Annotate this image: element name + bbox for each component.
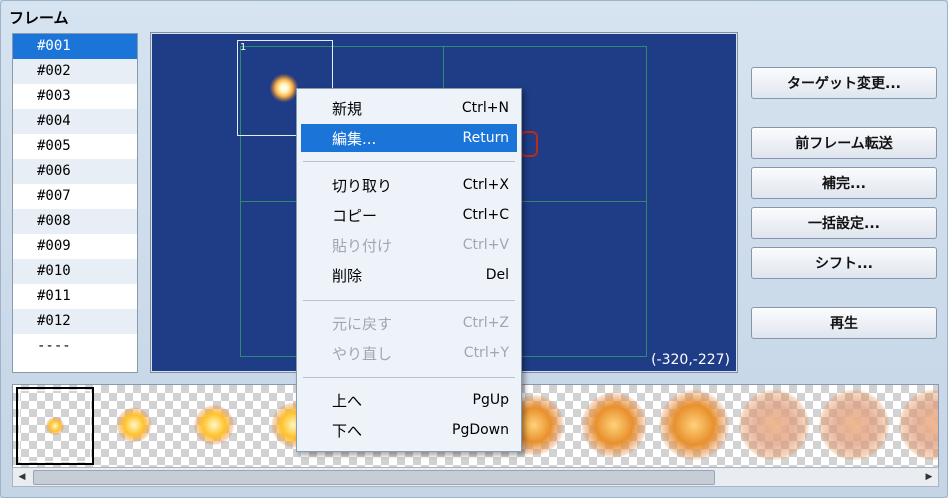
explosion-sprite	[739, 390, 809, 460]
context-menu: 新規 Ctrl+N 編集... Return 切り取り Ctrl+X コピー C…	[296, 88, 522, 452]
menu-item-delete[interactable]: 削除 Del	[301, 261, 517, 289]
menu-item-shortcut: Ctrl+V	[462, 237, 509, 253]
frame-list-item[interactable]: #001	[13, 34, 137, 59]
frame-list-item[interactable]: #010	[13, 259, 137, 284]
frame-list[interactable]: #001 #002 #003 #004 #005 #006 #007 #008 #009 #010…	[12, 33, 138, 373]
frame-list-item[interactable]: #006	[13, 159, 137, 184]
explosion-sprite	[819, 390, 889, 460]
menu-item-new[interactable]: 新規 Ctrl+N	[301, 94, 517, 122]
menu-item-label: 上へ	[332, 391, 363, 410]
copy-previous-frame-button[interactable]: 前フレーム転送	[751, 127, 937, 159]
filmstrip-frame[interactable]	[736, 387, 812, 463]
menu-item-shortcut: Ctrl+X	[462, 177, 509, 193]
interpolate-button[interactable]: 補完...	[751, 167, 937, 199]
explosion-sprite	[581, 392, 647, 458]
menu-item-edit[interactable]: 編集... Return	[301, 124, 517, 152]
menu-item-shortcut: PgDown	[452, 422, 509, 438]
explosion-sprite	[46, 417, 64, 435]
filmstrip-frame[interactable]	[816, 387, 892, 463]
scroll-right-icon[interactable]: ▶	[920, 468, 938, 486]
frame-list-item[interactable]: #004	[13, 109, 137, 134]
frame-list-item[interactable]: #012	[13, 309, 137, 334]
shift-button[interactable]: シフト...	[751, 247, 937, 279]
explosion-sprite	[659, 390, 729, 460]
menu-item-shortcut: PgUp	[472, 392, 509, 408]
menu-separator	[303, 300, 515, 301]
filmstrip-frame[interactable]	[176, 387, 252, 463]
menu-item-label: 貼り付け	[332, 236, 393, 255]
menu-item-label: コピー	[332, 206, 378, 225]
spark-sprite[interactable]	[270, 74, 298, 102]
menu-item-shortcut: Ctrl+Y	[463, 345, 509, 361]
menu-item-move-up[interactable]: 上へ PgUp	[301, 386, 517, 414]
frame-list-item[interactable]: #005	[13, 134, 137, 159]
frame-list-item[interactable]: ----	[13, 334, 137, 359]
menu-item-redo[interactable]: やり直し Ctrl+Y	[301, 339, 517, 367]
panel-title: フレーム	[9, 9, 69, 27]
filmstrip-frame[interactable]	[656, 387, 732, 463]
menu-item-label: やり直し	[332, 344, 393, 363]
menu-item-move-down[interactable]: 下へ PgDown	[301, 416, 517, 444]
frame-list-item[interactable]: #009	[13, 234, 137, 259]
play-button[interactable]: 再生	[751, 307, 937, 339]
filmstrip-frame[interactable]	[16, 387, 94, 465]
menu-item-paste[interactable]: 貼り付け Ctrl+V	[301, 231, 517, 259]
menu-item-label: 下へ	[332, 421, 363, 440]
scrollbar-thumb[interactable]	[33, 470, 715, 485]
menu-item-label: 元に戻す	[332, 314, 393, 333]
cell-number: 1	[240, 42, 247, 53]
menu-item-shortcut: Return	[462, 130, 509, 146]
menu-separator	[303, 161, 515, 162]
filmstrip-frame[interactable]	[96, 387, 172, 463]
explosion-sprite	[899, 390, 938, 460]
grid-line	[646, 46, 647, 357]
menu-item-copy[interactable]: コピー Ctrl+C	[301, 201, 517, 229]
menu-item-label: 切り取り	[332, 176, 393, 195]
menu-separator	[303, 377, 515, 378]
filmstrip-frame[interactable]	[576, 387, 652, 463]
explosion-sprite	[194, 405, 234, 445]
menu-item-shortcut: Ctrl+Z	[462, 315, 509, 331]
menu-item-undo[interactable]: 元に戻す Ctrl+Z	[301, 309, 517, 337]
frame-list-item[interactable]: #007	[13, 184, 137, 209]
frame-list-item[interactable]: #003	[13, 84, 137, 109]
filmstrip-frame[interactable]	[896, 387, 938, 463]
menu-item-label: 編集...	[332, 129, 377, 148]
change-target-button[interactable]: ターゲット変更...	[751, 67, 937, 99]
scroll-left-icon[interactable]: ◀	[13, 468, 31, 486]
frame-list-item[interactable]: #011	[13, 284, 137, 309]
target-marker	[520, 131, 538, 157]
menu-item-shortcut: Ctrl+N	[461, 100, 509, 116]
explosion-sprite	[116, 407, 152, 443]
menu-item-shortcut: Del	[485, 267, 509, 283]
menu-item-label: 新規	[332, 99, 363, 118]
cursor-coordinates: (-320,-227)	[651, 352, 730, 368]
frame-list-item[interactable]: #008	[13, 209, 137, 234]
menu-item-label: 削除	[332, 266, 363, 285]
frame-list-item[interactable]: #002	[13, 59, 137, 84]
menu-item-cut[interactable]: 切り取り Ctrl+X	[301, 171, 517, 199]
filmstrip-scrollbar[interactable]: ◀ ▶	[12, 467, 939, 487]
menu-item-shortcut: Ctrl+C	[462, 207, 509, 223]
batch-settings-button[interactable]: 一括設定...	[751, 207, 937, 239]
